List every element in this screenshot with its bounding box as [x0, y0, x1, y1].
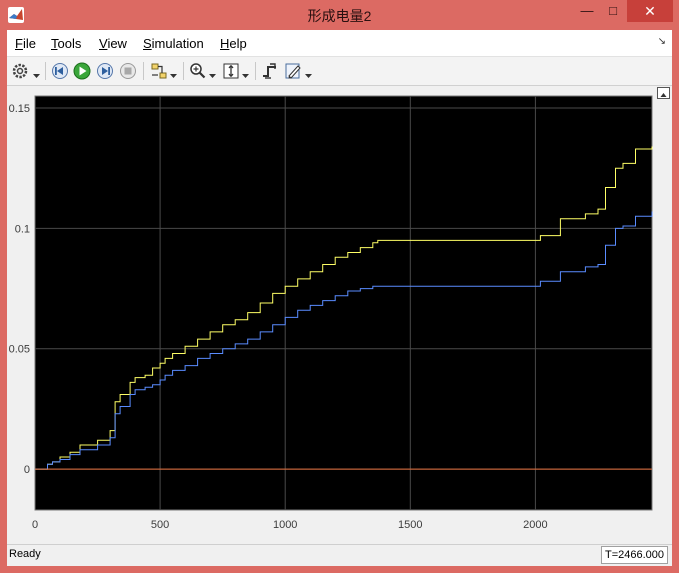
maximize-button[interactable]: □: [600, 0, 626, 22]
toolbar-separator: [183, 62, 184, 80]
menu-simulation[interactable]: Simulation: [143, 36, 204, 51]
menu-file-rest: ile: [22, 36, 36, 51]
highlight-signal-icon[interactable]: [149, 61, 169, 81]
status-ready: Ready: [9, 548, 41, 560]
axes-area: [34, 95, 653, 511]
y-tick-label: 0: [24, 464, 30, 476]
menu-view[interactable]: View: [99, 36, 127, 51]
menu-bar: File Tools View Simulation Help ↘: [7, 30, 672, 57]
toolbar-separator: [143, 62, 144, 80]
style-icon[interactable]: [283, 61, 303, 81]
scope-plot[interactable]: 0 500 1000 1500 2000 0 0.05 0.1 0.15: [7, 86, 672, 544]
x-tick-label: 1000: [273, 519, 297, 531]
step-back-icon[interactable]: [50, 61, 70, 81]
scope-display: 0 500 1000 1500 2000 0 0.05 0.1 0.15: [7, 86, 672, 544]
toolbar: [7, 57, 672, 86]
y-tick-label: 0.1: [15, 223, 30, 235]
trigger-icon[interactable]: [260, 61, 280, 81]
dock-arrow-icon[interactable]: ↘: [658, 36, 666, 47]
close-button[interactable]: ✕: [627, 0, 673, 22]
x-tick-label: 2000: [523, 519, 547, 531]
menu-tools[interactable]: Tools: [51, 36, 81, 51]
title-bar: 形成电量2 — □ ✕: [0, 0, 679, 30]
simulation-time: T=2466.000: [600, 546, 668, 564]
x-tick-label: 0: [32, 519, 38, 531]
x-tick-label: 1500: [398, 519, 422, 531]
menu-help-rest: elp: [229, 36, 247, 51]
menu-help[interactable]: Help: [220, 36, 247, 51]
highlight-dropdown-icon[interactable]: [170, 67, 177, 78]
scope-window: File Tools View Simulation Help ↘ 0 500 …: [7, 30, 672, 566]
toolbar-separator: [255, 62, 256, 80]
fit-axes-icon[interactable]: [221, 61, 241, 81]
run-icon[interactable]: [72, 61, 92, 81]
y-tick-label: 0.05: [9, 344, 30, 356]
toolbar-separator: [45, 62, 46, 80]
status-bar: Ready T=2466.000: [7, 544, 672, 566]
gear-dropdown-icon[interactable]: [33, 67, 40, 78]
y-tick-label: 0.15: [9, 103, 30, 115]
fit-dropdown-icon[interactable]: [242, 67, 249, 78]
undock-axes-button[interactable]: [657, 87, 670, 99]
x-tick-label: 500: [151, 519, 169, 531]
step-forward-icon[interactable]: [95, 61, 115, 81]
stop-icon[interactable]: [118, 61, 138, 81]
menu-simulation-rest: imulation: [151, 36, 204, 51]
menu-tools-rest: ools: [57, 36, 82, 51]
minimize-button[interactable]: —: [574, 0, 600, 22]
menu-view-rest: iew: [107, 36, 127, 51]
style-dropdown-icon[interactable]: [305, 67, 312, 78]
zoom-dropdown-icon[interactable]: [209, 67, 216, 78]
zoom-icon[interactable]: [188, 61, 208, 81]
gear-icon[interactable]: [10, 61, 30, 81]
menu-file[interactable]: File: [15, 36, 36, 51]
